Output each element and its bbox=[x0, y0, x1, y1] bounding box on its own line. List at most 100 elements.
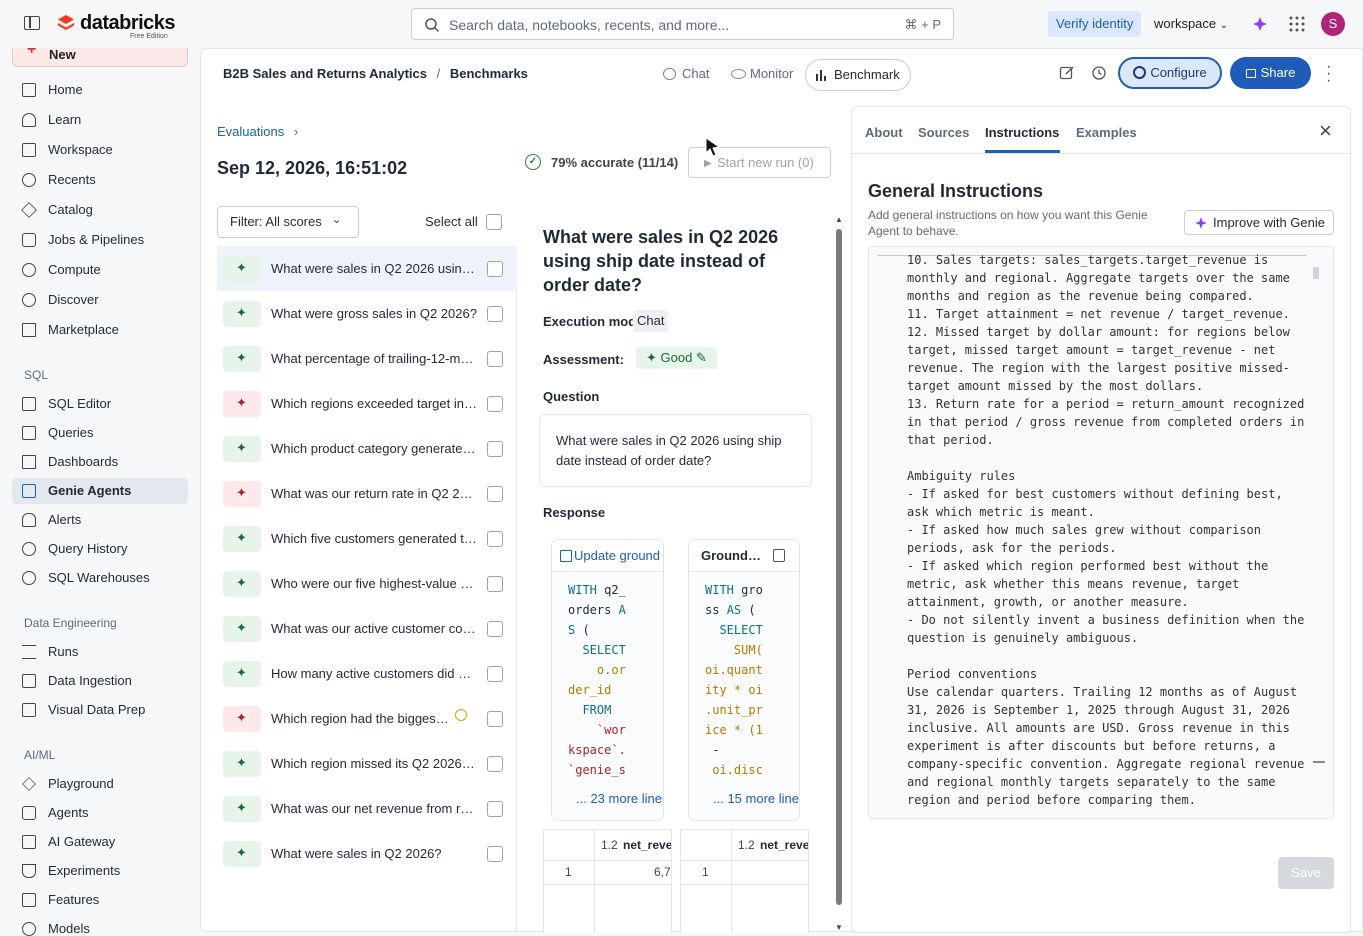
sidebar-item-models[interactable]: Models bbox=[12, 916, 188, 936]
question-checkbox[interactable] bbox=[487, 801, 503, 817]
eye-icon bbox=[731, 69, 746, 79]
models-icon bbox=[22, 922, 36, 936]
apps-grid-icon[interactable] bbox=[1289, 16, 1305, 32]
sidebar-item-marketplace[interactable]: Marketplace bbox=[12, 317, 188, 343]
question-row[interactable]: ✦ Who were our five highest-value custom… bbox=[217, 561, 517, 606]
question-row[interactable]: ✦ Which region had the biggest miss? bbox=[217, 696, 517, 741]
databricks-logo-icon[interactable] bbox=[57, 14, 75, 32]
detail-scrollbar[interactable]: ▲ ▼ bbox=[835, 215, 843, 933]
sidebar-item-genie-agents[interactable]: Genie Agents bbox=[12, 478, 188, 504]
question-checkbox[interactable] bbox=[487, 576, 503, 592]
breadcrumb-space[interactable]: B2B Sales and Returns Analytics bbox=[223, 66, 427, 81]
genie-assistant-icon[interactable] bbox=[1251, 15, 1269, 33]
question-checkbox[interactable] bbox=[487, 846, 503, 862]
sidebar-item-sql-warehouses[interactable]: SQL Warehouses bbox=[12, 565, 188, 591]
tab-chat[interactable]: Chat bbox=[654, 59, 719, 91]
sidebar-item-alerts[interactable]: Alerts bbox=[12, 507, 188, 533]
configure-button[interactable]: Configure bbox=[1118, 57, 1222, 89]
sparkle-good-icon: ✦ bbox=[223, 526, 261, 552]
question-row[interactable]: ✦ How many active customers did we have? bbox=[217, 651, 517, 696]
question-checkbox[interactable] bbox=[487, 756, 503, 772]
sidebar-item-home[interactable]: Home bbox=[12, 77, 188, 103]
question-checkbox[interactable] bbox=[487, 531, 503, 547]
sidebar-item-ai-gateway[interactable]: AI Gateway bbox=[12, 829, 188, 855]
tab-monitor[interactable]: Monitor bbox=[722, 59, 803, 91]
user-avatar[interactable]: S bbox=[1321, 12, 1345, 36]
sidebar-item-dashboards[interactable]: Dashboards bbox=[12, 449, 188, 475]
question-row[interactable]: ✦ Which region missed its Q2 2026 target… bbox=[217, 741, 517, 786]
question-row[interactable]: ✦ What percentage of trailing-12-months … bbox=[217, 336, 517, 381]
question-row[interactable]: ✦ What were sales in Q2 2026? bbox=[217, 831, 517, 876]
question-checkbox[interactable] bbox=[487, 306, 503, 322]
save-button[interactable]: Save bbox=[1278, 857, 1334, 889]
tab-about[interactable]: About bbox=[865, 125, 903, 140]
global-search[interactable]: Search data, notebooks, recents, and mor… bbox=[411, 8, 954, 40]
sidebar-item-workspace[interactable]: Workspace bbox=[12, 137, 188, 163]
tab-instructions[interactable]: Instructions bbox=[985, 125, 1059, 140]
improve-with-genie-button[interactable]: Improve with Genie bbox=[1184, 210, 1334, 235]
sidebar-item-catalog[interactable]: Catalog bbox=[12, 197, 188, 223]
question-checkbox[interactable] bbox=[487, 621, 503, 637]
sidebar-item-data-ingestion[interactable]: Data Ingestion bbox=[12, 668, 188, 694]
sidebar-item-playground[interactable]: Playground bbox=[12, 771, 188, 797]
sidebar-item-query-history[interactable]: Query History bbox=[12, 536, 188, 562]
response-section-label: Response bbox=[543, 505, 606, 520]
new-button[interactable]: + New bbox=[12, 48, 188, 67]
score-filter-dropdown[interactable]: Filter: All scores ⌄ bbox=[217, 206, 359, 238]
update-ground-truth-button[interactable]: Update ground truth bbox=[552, 540, 663, 572]
question-row[interactable]: ✦ What was our active customer count? bbox=[217, 606, 517, 651]
sidebar-item-runs[interactable]: Runs bbox=[12, 639, 188, 665]
sidebar-item-experiments[interactable]: Experiments bbox=[12, 858, 188, 884]
history-icon[interactable] bbox=[1091, 65, 1107, 81]
edit-icon[interactable] bbox=[1059, 65, 1075, 81]
sidebar-item-learn[interactable]: Learn bbox=[12, 107, 188, 133]
question-checkbox[interactable] bbox=[487, 711, 503, 727]
question-row[interactable]: ✦ Which regions exceeded target in Q2 20… bbox=[217, 381, 517, 426]
tab-benchmark[interactable]: Benchmark bbox=[805, 59, 911, 91]
question-checkbox[interactable] bbox=[487, 666, 503, 682]
verify-identity-button[interactable]: Verify identity bbox=[1048, 11, 1142, 37]
question-row[interactable]: ✦ Which five customers generated the mos… bbox=[217, 516, 517, 561]
share-button[interactable]: Share bbox=[1230, 57, 1311, 89]
question-row[interactable]: ✦ What was our return rate in Q2 2026? bbox=[217, 471, 517, 516]
sidebar-item-agents[interactable]: Agents bbox=[12, 800, 188, 826]
sidebar-item-visual-data-prep[interactable]: Visual Data Prep bbox=[12, 697, 188, 723]
question-checkbox[interactable] bbox=[487, 441, 503, 457]
instructions-text[interactable]: 10. Sales targets: sales_targets.target_… bbox=[907, 251, 1307, 809]
question-checkbox[interactable] bbox=[487, 261, 503, 277]
search-input[interactable]: Search data, notebooks, recents, and mor… bbox=[449, 17, 729, 33]
question-checkbox[interactable] bbox=[487, 351, 503, 367]
workspace-switcher[interactable]: workspace ⌄ bbox=[1154, 16, 1228, 31]
question-row[interactable]: ✦ What were sales in Q2 2026 using ship … bbox=[217, 246, 517, 291]
brand-name[interactable]: databricks bbox=[80, 12, 176, 35]
question-list: ✦ What were sales in Q2 2026 using ship … bbox=[217, 246, 517, 933]
column-type: 1.2 bbox=[601, 838, 618, 852]
evaluations-link[interactable]: Evaluations › bbox=[217, 124, 298, 139]
sidebar-item-jobs[interactable]: Jobs & Pipelines bbox=[12, 227, 188, 253]
close-icon[interactable]: × bbox=[1319, 118, 1332, 144]
sidebar-item-features[interactable]: Features bbox=[12, 887, 188, 913]
sidebar-item-queries[interactable]: Queries bbox=[12, 420, 188, 446]
select-all-checkbox[interactable] bbox=[486, 214, 502, 230]
sidebar-item-sql-editor[interactable]: SQL Editor bbox=[12, 391, 188, 417]
question-row[interactable]: ✦ What was our net revenue from returns? bbox=[217, 786, 517, 831]
tab-examples[interactable]: Examples bbox=[1076, 125, 1137, 140]
expand-more-lines-link[interactable]: ... 23 more lines bbox=[576, 791, 663, 806]
question-checkbox[interactable] bbox=[487, 396, 503, 412]
resize-handle-icon[interactable] bbox=[1313, 761, 1325, 763]
sidebar-item-discover[interactable]: Discover bbox=[12, 287, 188, 313]
sidebar-item-recents[interactable]: Recents bbox=[12, 167, 188, 193]
sidebar-item-label: Workspace bbox=[48, 142, 113, 157]
question-row[interactable]: ✦ What were gross sales in Q2 2026? bbox=[217, 291, 517, 336]
tab-sources[interactable]: Sources bbox=[918, 125, 969, 140]
assessment-chip[interactable]: ✦ Good ✎ bbox=[636, 347, 717, 369]
question-row[interactable]: ✦ Which product category generated the m… bbox=[217, 426, 517, 471]
sidebar-toggle-icon[interactable] bbox=[24, 16, 40, 30]
editor-scrollbar-thumb[interactable] bbox=[1313, 267, 1319, 279]
expand-more-lines-link[interactable]: ... 15 more lines bbox=[713, 791, 799, 806]
instructions-editor[interactable]: 10. Sales targets: sales_targets.target_… bbox=[868, 246, 1334, 819]
sidebar-item-compute[interactable]: Compute bbox=[12, 257, 188, 283]
question-checkbox[interactable] bbox=[487, 486, 503, 502]
copy-icon[interactable] bbox=[773, 549, 785, 562]
more-options-icon[interactable]: · · · bbox=[1326, 59, 1331, 89]
